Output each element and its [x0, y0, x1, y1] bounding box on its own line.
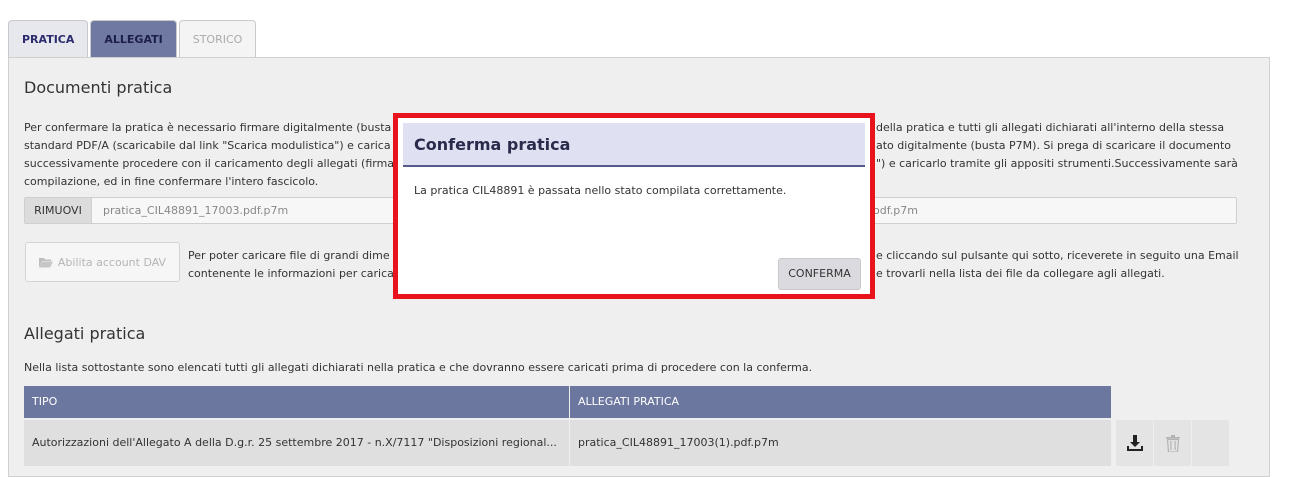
- page: PRATICA ALLEGATI STORICO Documenti prati…: [0, 0, 1289, 477]
- confirm-dialog: Conferma pratica La pratica CIL48891 è p…: [393, 113, 875, 299]
- dialog-title: Conferma pratica: [414, 135, 571, 154]
- dialog-header: Conferma pratica: [403, 123, 865, 167]
- dialog-message: La pratica CIL48891 è passata nello stat…: [414, 184, 787, 197]
- confirm-button[interactable]: CONFERMA: [778, 258, 861, 290]
